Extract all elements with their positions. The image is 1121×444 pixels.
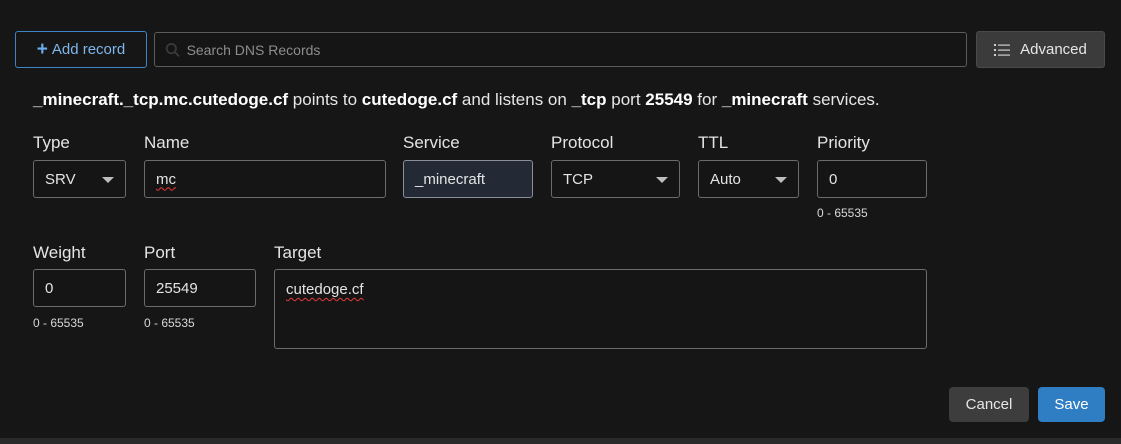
add-record-button[interactable]: + Add record [15,31,147,68]
priority-hint: 0 - 65535 [817,206,868,220]
ttl-select[interactable]: Auto [698,160,799,198]
type-select[interactable]: SRV [33,160,126,198]
summary-text-points-to: points to [288,90,362,109]
search-icon [165,42,180,57]
chevron-down-icon [102,177,114,183]
summary-protocol: _tcp [571,90,607,109]
summary-service: _minecraft [721,90,808,109]
record-summary: _minecraft._tcp.mc.cutedoge.cf points to… [33,90,880,110]
type-label: Type [33,133,70,152]
chevron-down-icon [656,177,668,183]
add-record-label: Add record [51,41,126,58]
weight-input[interactable]: 0 [33,269,126,307]
protocol-value: TCP [563,170,593,188]
port-input[interactable]: 25549 [144,269,256,307]
service-input[interactable]: _minecraft [403,160,533,198]
bottom-divider [0,438,1121,444]
summary-port: 25549 [645,90,693,109]
summary-text-port: port [606,90,646,109]
name-label: Name [144,133,190,152]
weight-label: Weight [33,243,86,262]
target-value: cutedoge.cf [286,281,364,298]
type-value: SRV [45,170,76,188]
name-input[interactable]: mc [144,160,386,198]
plus-icon: + [36,39,48,60]
target-label: Target [274,243,322,262]
summary-text-listens-on: and listens on [457,90,572,109]
port-hint: 0 - 65535 [144,316,195,330]
service-value: _minecraft [415,170,486,188]
save-button[interactable]: Save [1038,387,1105,422]
summary-text-for: for [692,90,722,109]
summary-text-services: services. [807,90,880,109]
priority-value: 0 [829,170,838,188]
toolbar: + Add record Advanced [15,31,1105,68]
weight-hint: 0 - 65535 [33,316,84,330]
target-textarea[interactable]: cutedoge.cf [274,269,927,349]
advanced-label: Advanced [1020,41,1087,58]
list-filter-icon [994,43,1011,56]
priority-input[interactable]: 0 [817,160,927,198]
advanced-button[interactable]: Advanced [976,31,1105,68]
cancel-button[interactable]: Cancel [949,387,1029,422]
service-label: Service [403,133,460,152]
protocol-select[interactable]: TCP [551,160,680,198]
ttl-value: Auto [710,170,741,188]
summary-record-name: _minecraft._tcp.mc.cutedoge.cf [33,90,289,109]
search-box[interactable] [154,32,967,67]
ttl-label: TTL [698,133,729,152]
port-label: Port [144,243,176,262]
port-value: 25549 [156,279,198,297]
search-input[interactable] [186,41,966,58]
priority-label: Priority [817,133,870,152]
summary-target: cutedoge.cf [361,90,458,109]
weight-value: 0 [45,279,54,297]
chevron-down-icon [775,177,787,183]
name-value: mc [156,170,176,188]
protocol-label: Protocol [551,133,614,152]
